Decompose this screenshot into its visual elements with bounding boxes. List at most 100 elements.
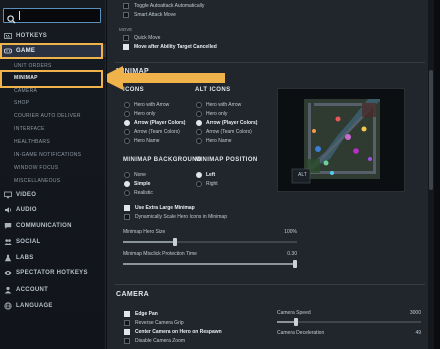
sidebar-subitem-interface[interactable]: INTERFACE bbox=[14, 124, 45, 134]
disable-zoom-option[interactable]: Disable Camera Zoom bbox=[124, 338, 185, 344]
option-label: Smart Attack Move bbox=[134, 12, 176, 18]
radio-selected[interactable] bbox=[196, 172, 202, 178]
scrollbar[interactable] bbox=[428, 0, 434, 349]
sidebar-item-video[interactable]: VIDEO bbox=[0, 188, 106, 201]
position-option-left[interactable]: Left bbox=[196, 172, 215, 178]
checkbox[interactable] bbox=[124, 320, 130, 326]
radio[interactable] bbox=[124, 172, 130, 178]
sidebar-subitem-shop[interactable]: SHOP bbox=[14, 98, 29, 108]
checkbox-checked[interactable] bbox=[124, 329, 130, 335]
sidebar-item-labs[interactable]: LABS bbox=[0, 251, 106, 264]
sidebar-subitem-camera[interactable]: CAMERA bbox=[14, 86, 37, 96]
minimap-background-header: MINIMAP BACKGROUND bbox=[123, 157, 202, 163]
dynamic-scale-option[interactable]: Dynamically Scale Hero Icons in Minimap bbox=[124, 214, 227, 220]
sidebar-item-social[interactable]: SOCIAL bbox=[0, 235, 106, 248]
option-label: Dynamically Scale Hero Icons in Minimap bbox=[135, 214, 227, 220]
hero-size-label: Minimap Hero Size bbox=[123, 229, 166, 235]
option-label: Simple bbox=[134, 181, 151, 187]
radio[interactable] bbox=[196, 138, 202, 144]
sidebar-item-language[interactable]: LANGUAGE bbox=[0, 299, 106, 312]
camera-speed-slider[interactable] bbox=[277, 318, 421, 326]
option-label: Arrow (Player Colors) bbox=[134, 120, 186, 126]
toggle-autoattack-option[interactable]: Toggle Autoattack Automatically bbox=[123, 3, 204, 9]
misclick-slider[interactable] bbox=[123, 260, 297, 268]
radio-selected[interactable] bbox=[124, 181, 130, 187]
search-box[interactable] bbox=[3, 8, 101, 24]
checkbox-checked[interactable] bbox=[123, 44, 129, 50]
alt-icons-option-hero-name[interactable]: Hero Name bbox=[196, 138, 232, 144]
icons-option-hero-name[interactable]: Hero Name bbox=[124, 138, 160, 144]
subitem-label: HEALTHBARS bbox=[14, 139, 50, 145]
sidebar-item-account[interactable]: ACCOUNT bbox=[0, 283, 106, 296]
checkbox[interactable] bbox=[123, 35, 129, 41]
sidebar-item-hotkeys[interactable]: HOTKEYS bbox=[0, 29, 106, 42]
alt-icons-option-hero-only[interactable]: Hero only bbox=[196, 111, 227, 117]
checkbox-checked[interactable] bbox=[124, 205, 130, 211]
option-label: Right bbox=[206, 181, 218, 187]
option-label: Left bbox=[206, 172, 216, 178]
radio[interactable] bbox=[124, 138, 130, 144]
checkbox-checked[interactable] bbox=[124, 311, 130, 317]
radio[interactable] bbox=[124, 190, 130, 196]
option-label: Realistic bbox=[134, 190, 153, 196]
sidebar-subitem-window-focus[interactable]: WINDOW FOCUS bbox=[14, 163, 58, 173]
extra-large-minimap-option[interactable]: Use Extra Large Minimap bbox=[124, 205, 195, 211]
alt-icons-option-arrow-player[interactable]: Arrow (Player Colors) bbox=[196, 120, 257, 126]
slider-handle[interactable] bbox=[173, 238, 177, 246]
people-icon bbox=[4, 238, 12, 246]
radio[interactable] bbox=[196, 102, 202, 108]
sidebar-subitem-misc[interactable]: MISCELLANEOUS bbox=[14, 176, 60, 186]
minimap-preview: ALT bbox=[277, 88, 405, 192]
reverse-grip-option[interactable]: Reverse Camera Grip bbox=[124, 320, 184, 326]
sidebar-item-label: AUDIO bbox=[16, 206, 37, 213]
radio[interactable] bbox=[124, 111, 130, 117]
sidebar-item-spectator-hotkeys[interactable]: SPECTATOR HOTKEYS bbox=[0, 266, 106, 279]
quick-move-option[interactable]: Quick Move bbox=[123, 35, 160, 41]
icons-option-arrow-player[interactable]: Arrow (Player Colors) bbox=[124, 120, 185, 126]
radio[interactable] bbox=[196, 129, 202, 135]
background-option-realistic[interactable]: Realistic bbox=[124, 190, 153, 196]
radio[interactable] bbox=[196, 181, 202, 187]
alt-icons-option-arrow-team[interactable]: Arrow (Team Colors) bbox=[196, 129, 252, 135]
position-option-right[interactable]: Right bbox=[196, 181, 218, 187]
slider-handle[interactable] bbox=[293, 260, 297, 268]
hero-size-slider[interactable] bbox=[123, 238, 297, 246]
misclick-value: 0.30 bbox=[287, 251, 297, 257]
hero-size-value: 100% bbox=[284, 229, 297, 235]
slider-handle[interactable] bbox=[294, 318, 298, 326]
icons-option-hero-with-arrow[interactable]: Hero with Arrow bbox=[124, 102, 169, 108]
smart-attack-move-option[interactable]: Smart Attack Move bbox=[123, 12, 176, 18]
checkbox[interactable] bbox=[124, 214, 130, 220]
slider-fill bbox=[123, 241, 175, 243]
background-option-none[interactable]: None bbox=[124, 172, 146, 178]
sidebar-item-audio[interactable]: AUDIO bbox=[0, 203, 106, 216]
move-after-ability-option[interactable]: Move after Ability Target Cancelled bbox=[123, 44, 217, 50]
sidebar-subitem-courier[interactable]: COURIER AUTO DELIVER bbox=[14, 111, 81, 121]
scrollbar-thumb[interactable] bbox=[429, 70, 433, 190]
sidebar-subitem-notifications[interactable]: IN-GAME NOTIFICATIONS bbox=[14, 150, 81, 160]
alt-icons-option-hero-with-arrow[interactable]: Hero with Arrow bbox=[196, 102, 241, 108]
radio[interactable] bbox=[124, 102, 130, 108]
sidebar-subitem-healthbars[interactable]: HEALTHBARS bbox=[14, 137, 50, 147]
radio-selected[interactable] bbox=[124, 120, 130, 126]
icons-option-hero-only[interactable]: Hero only bbox=[124, 111, 155, 117]
flask-icon bbox=[4, 254, 12, 262]
option-label: None bbox=[134, 172, 146, 178]
edge-pan-option[interactable]: Edge Pan bbox=[124, 311, 158, 317]
sidebar: HOTKEYS GAME UNIT ORDERS MINIMAP CAMERA … bbox=[0, 0, 106, 349]
sidebar-item-communication[interactable]: COMMUNICATION bbox=[0, 219, 106, 232]
checkbox[interactable] bbox=[123, 12, 129, 18]
checkbox[interactable] bbox=[124, 338, 130, 344]
icons-option-arrow-team[interactable]: Arrow (Team Colors) bbox=[124, 129, 180, 135]
sidebar-item-label: COMMUNICATION bbox=[16, 222, 72, 229]
option-label: Hero Name bbox=[206, 138, 232, 144]
radio[interactable] bbox=[124, 129, 130, 135]
search-input[interactable] bbox=[18, 10, 98, 21]
keyboard-icon bbox=[4, 32, 12, 40]
background-option-simple[interactable]: Simple bbox=[124, 181, 150, 187]
checkbox[interactable] bbox=[123, 3, 129, 9]
option-label: Reverse Camera Grip bbox=[135, 320, 184, 326]
center-on-respawn-option[interactable]: Center Camera on Hero on Respawn bbox=[124, 329, 222, 335]
radio[interactable] bbox=[196, 111, 202, 117]
radio-selected[interactable] bbox=[196, 120, 202, 126]
